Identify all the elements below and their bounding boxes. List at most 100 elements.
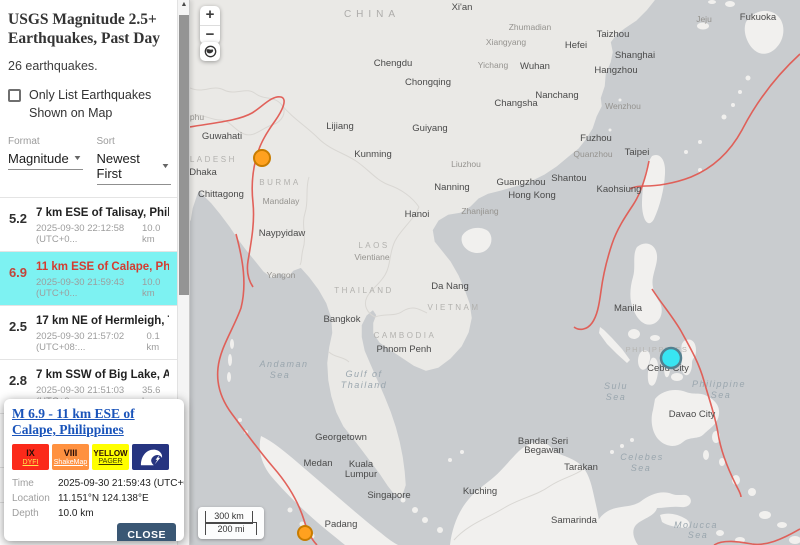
map-canvas[interactable]: CHINAGLADESHBURMALAOSTHAILANDVIETNAMCAMB… [190,0,800,545]
zoom-in-button[interactable]: + [200,6,220,25]
magnitude: 2.5 [0,313,36,353]
map-label: Chengdu [374,58,413,69]
only-list-label: Only List Earthquakes Shown on Map [29,86,171,122]
map-label: Kunming [354,149,392,160]
map-label: Nanchang [535,90,578,101]
location-label: Location [12,493,58,504]
map-zoom-control: + − [200,6,220,44]
map[interactable]: CHINAGLADESHBURMALAOSTHAILANDVIETNAMCAMB… [190,0,800,545]
earthquake-list-item[interactable]: 5.27 km ESE of Talisay, Philippin...2025… [0,198,177,252]
map-label: Manila [614,303,643,314]
chevron-down-icon: ▼ [161,163,171,170]
time-label: Time [12,478,58,489]
quake-title: 17 km NE of Hermleigh, Texas [36,315,169,327]
map-label: Hanoi [405,209,430,220]
map-label: Jeju [696,14,712,24]
tsunami-wave-icon [137,446,165,468]
event-title-line2: Calape, Philippines [12,422,124,437]
map-label: Bangkok [324,314,361,325]
map-label: Zhanjiang [461,206,499,216]
map-label: Hefei [565,40,587,51]
only-list-filter[interactable]: Only List Earthquakes Shown on Map [8,86,171,122]
usgs-earthquakes-app: USGS Magnitude 2.5+ Earthquakes, Past Da… [0,0,800,545]
map-label: Fuzhou [580,133,612,144]
earthquake-list-item[interactable]: 6.911 km ESE of Calape, Philippi... 2025-… [0,252,177,306]
map-label: Begawan [524,445,564,456]
format-label: Format [8,136,83,147]
map-label: Hong Kong [508,190,556,201]
map-label: BURMA [259,178,300,187]
shakemap-badge[interactable]: VIII ShakeMap [52,444,89,470]
quake-depth: 0.1 km [147,331,169,353]
sort-label: Sort [97,136,172,147]
earthquake-detail-popup: M 6.9 - 11 km ESE of Calape, Philippines… [4,399,184,541]
map-label: Gulf of [345,369,382,379]
tsunami-badge[interactable] [132,444,169,470]
quake-depth: 10.0 km [142,277,169,299]
scroll-up-icon[interactable]: ▲ [178,1,190,8]
map-label: Tarakan [564,462,598,473]
format-select[interactable]: Magnitude ▼ [8,147,83,170]
quake-time: 2025-09-30 21:57:02 (UTC+08:... [36,331,147,353]
sort-value: Newest First [97,151,163,181]
magnitude: 6.9 [0,259,36,299]
map-label: Sea [606,392,627,402]
map-label: Kaohsiung [597,184,642,195]
map-label: Kuching [463,486,497,497]
map-label: Vientiane [354,252,390,262]
dyfi-badge[interactable]: IX DYFI [12,444,49,470]
map-label: Singapore [367,490,410,501]
map-label: Changsha [494,98,538,109]
map-label: Shanghai [615,50,655,61]
map-label: Lumpur [345,469,377,480]
earthquake-marker-orange[interactable] [254,150,270,166]
depth-label: Depth [12,508,58,519]
earthquake-count: 26 earthquakes. [8,59,171,73]
map-label: CAMBODIA [374,331,437,340]
map-label: Molucca [674,520,718,530]
map-label: THAILAND [334,286,394,295]
only-list-checkbox[interactable] [8,89,21,102]
globe-layers-button[interactable] [200,42,220,61]
close-button[interactable]: CLOSE [117,523,176,541]
earthquake-marker-orange[interactable] [298,526,312,540]
map-label: Liuzhou [451,159,481,169]
list-options: Format Magnitude ▼ Sort Newest First ▼ [8,136,171,197]
map-label: Sea [270,370,291,380]
map-label: phu [190,112,204,122]
map-label: Chittagong [198,189,244,200]
map-label: Sulu [604,381,628,391]
map-label: Sea [711,390,732,400]
map-label: Fukuoka [740,12,777,23]
pager-badge[interactable]: YELLOW PAGER [92,444,129,470]
map-label: Thailand [341,380,388,390]
scale-mi: 200 mi [205,522,257,535]
earthquake-list-item[interactable]: 2.517 km NE of Hermleigh, Texas 2025-09-3… [0,306,177,360]
event-link[interactable]: M 6.9 - 11 km ESE of Calape, Philippines [12,406,176,438]
format-group: Format Magnitude ▼ [8,136,83,185]
scrollbar-thumb[interactable] [179,15,189,295]
event-title-line1: M 6.9 - 11 km ESE of [12,406,135,421]
page-title: USGS Magnitude 2.5+ Earthquakes, Past Da… [8,10,171,49]
map-label: Taizhou [597,29,630,40]
location-value: 11.151°N 124.138°E [58,493,149,504]
map-label: Guwahati [202,131,242,142]
sort-select[interactable]: Newest First ▼ [97,147,172,185]
map-label: Samarinda [551,515,598,526]
quake-time: 2025-09-30 21:59:43 (UTC+0... [36,277,142,299]
map-label: Yangon [267,270,296,280]
map-label: Taipei [625,147,650,158]
earthquake-marker-cyan[interactable] [661,348,681,368]
map-label: Georgetown [315,432,367,443]
map-label: Phnom Penh [377,344,432,355]
map-label: Sea [631,463,652,473]
panel-header: USGS Magnitude 2.5+ Earthquakes, Past Da… [0,0,177,197]
map-label: Da Nang [431,281,469,292]
sort-group: Sort Newest First ▼ [97,136,172,185]
map-label: Hangzhou [594,65,637,76]
map-label: Padang [325,519,358,530]
map-label: Xiangyang [486,37,526,47]
quake-title: 11 km ESE of Calape, Philippi... [36,261,169,273]
map-label: GLADESH [190,155,237,164]
map-label: Medan [303,458,332,469]
